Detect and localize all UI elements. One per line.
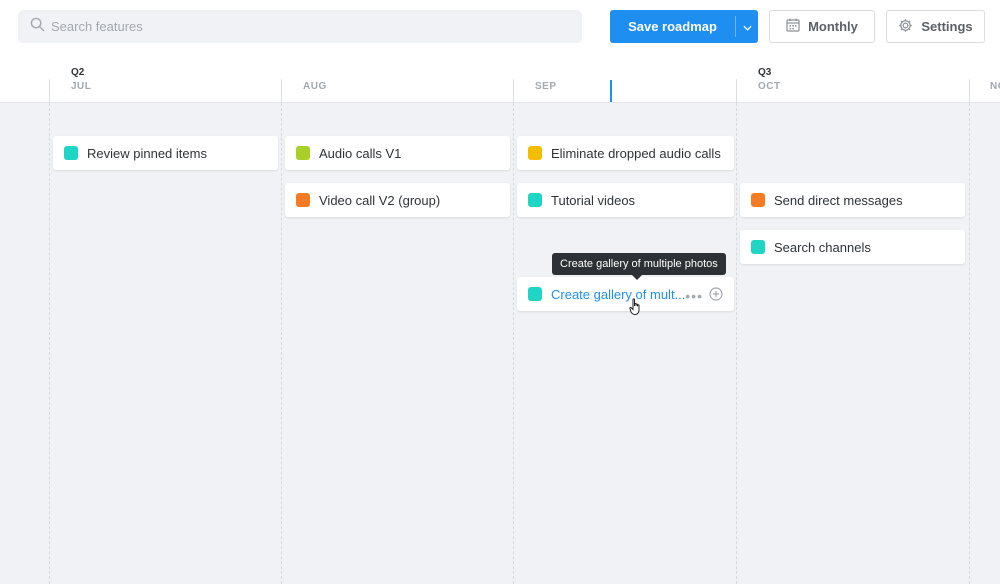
grid-line	[281, 103, 282, 584]
save-roadmap-button[interactable]: Save roadmap	[610, 10, 735, 43]
month-label: SEP	[535, 81, 557, 92]
search-input[interactable]	[51, 19, 551, 34]
month-label: OCT	[758, 81, 781, 92]
month-divider	[969, 79, 970, 103]
feature-label[interactable]: Create gallery of mult...	[551, 287, 685, 302]
color-swatch	[64, 146, 78, 160]
quarter-label: Q2	[71, 67, 85, 78]
feature-card[interactable]: Send direct messages	[740, 183, 965, 217]
feature-label: Send direct messages	[774, 192, 903, 208]
chevron-down-icon	[742, 19, 752, 34]
monthly-view-button[interactable]: Monthly	[769, 10, 875, 43]
month-divider	[736, 79, 737, 103]
more-options-icon[interactable]: •••	[685, 289, 703, 303]
feature-label: Video call V2 (group)	[319, 192, 441, 208]
gear-icon	[898, 18, 921, 36]
feature-card[interactable]: Search channels	[740, 230, 965, 264]
settings-button[interactable]: Settings	[886, 10, 985, 43]
feature-card[interactable]: Create gallery of mult... •••	[517, 277, 734, 311]
monthly-label: Monthly	[808, 19, 858, 34]
color-swatch	[751, 193, 765, 207]
color-swatch	[528, 193, 542, 207]
feature-card[interactable]: Video call V2 (group)	[285, 183, 510, 217]
hand-cursor-icon	[629, 298, 643, 316]
timeline-header: Q2 Q3 JUL AUG SEP OCT NO	[0, 56, 1000, 103]
search-box[interactable]	[18, 10, 582, 43]
month-label: JUL	[71, 81, 92, 92]
search-icon	[30, 17, 51, 37]
feature-label: Eliminate dropped audio calls	[551, 145, 721, 161]
grid-line	[969, 103, 970, 584]
feature-card[interactable]: Tutorial videos	[517, 183, 734, 217]
save-roadmap-label: Save roadmap	[628, 19, 717, 34]
month-divider	[49, 79, 50, 103]
feature-card[interactable]: Eliminate dropped audio calls	[517, 136, 734, 170]
color-swatch	[528, 287, 542, 301]
add-circle-icon[interactable]	[709, 287, 723, 304]
month-label: NO	[990, 81, 1000, 92]
tooltip-text: Create gallery of multiple photos	[560, 258, 718, 270]
feature-label: Review pinned items	[87, 145, 207, 161]
settings-label: Settings	[921, 19, 973, 34]
quarter-label: Q3	[758, 67, 772, 78]
feature-label: Tutorial videos	[551, 192, 636, 208]
feature-card[interactable]: Audio calls V1	[285, 136, 510, 170]
color-swatch	[751, 240, 765, 254]
color-swatch	[296, 146, 310, 160]
grid-line	[736, 103, 737, 584]
top-bar: Save roadmap Monthly Settings	[0, 0, 1000, 56]
save-roadmap-button-group: Save roadmap	[610, 10, 758, 43]
calendar-icon	[786, 18, 808, 35]
color-swatch	[528, 146, 542, 160]
today-marker	[610, 80, 612, 102]
grid-line	[513, 103, 514, 584]
feature-label: Search channels	[774, 239, 871, 255]
month-divider	[513, 79, 514, 103]
grid-line	[49, 103, 50, 584]
feature-card[interactable]: Review pinned items	[53, 136, 278, 170]
feature-tooltip: Create gallery of multiple photos	[552, 253, 726, 280]
save-options-dropdown[interactable]	[736, 10, 758, 43]
feature-label: Audio calls V1	[319, 145, 402, 161]
color-swatch	[296, 193, 310, 207]
card-actions: •••	[685, 287, 723, 304]
month-divider	[281, 79, 282, 103]
month-label: AUG	[303, 81, 327, 92]
